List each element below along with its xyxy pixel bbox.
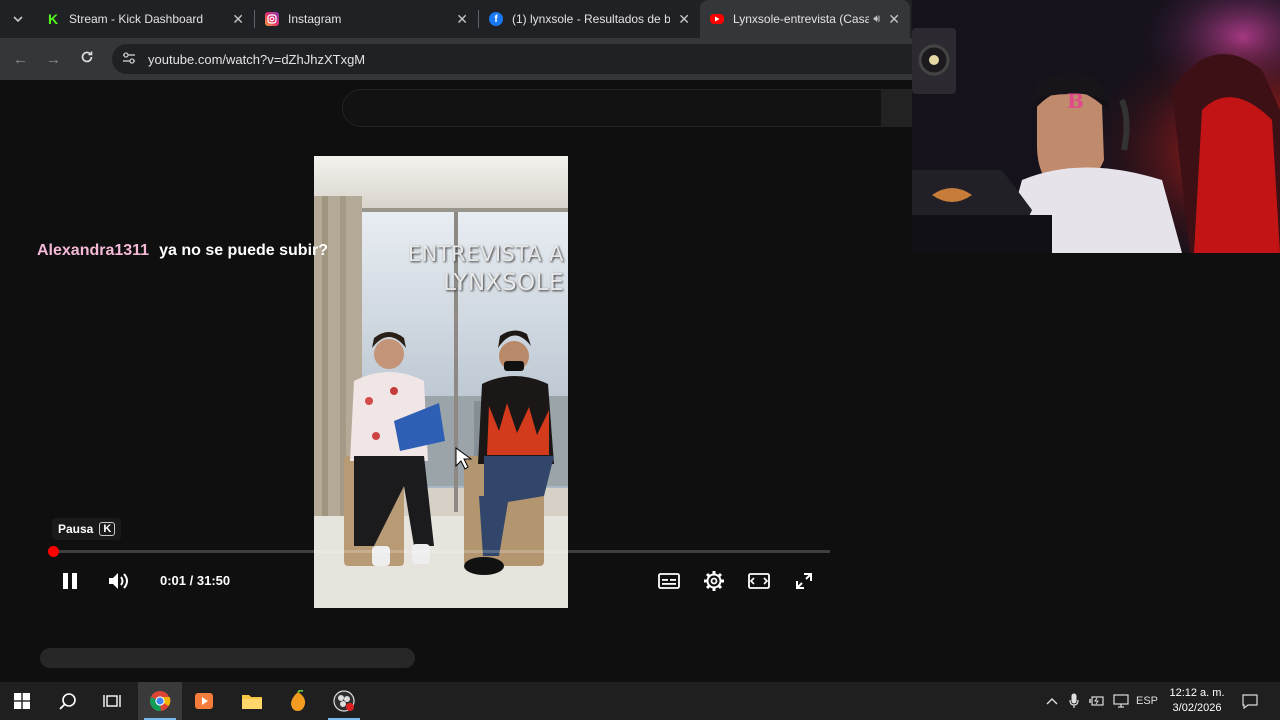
- video-frame-image: [314, 156, 568, 608]
- taskbar-file-explorer[interactable]: [230, 682, 274, 720]
- time-display: 0:01 / 31:50: [160, 573, 231, 588]
- kick-icon: K: [47, 11, 59, 27]
- close-tab-icon[interactable]: ✕: [888, 11, 900, 28]
- video-overlay-title-line2: LYNXSOLE: [443, 270, 564, 296]
- tab-title: Lynxsole-entrevista (Casa Bl: [733, 12, 870, 26]
- volume-button[interactable]: [104, 566, 134, 596]
- speaker-icon[interactable]: 🔊︎: [873, 13, 880, 26]
- clock-date: 3/02/2026: [1172, 702, 1222, 714]
- tab-facebook[interactable]: f (1) lynxsole - Resultados de bús ✕: [479, 0, 700, 38]
- fl-studio-icon: [291, 690, 306, 711]
- network-icon: [1113, 694, 1129, 708]
- tooltip-label: Pausa: [58, 522, 94, 536]
- url-text: youtube.com/watch?v=dZhJhzXTxgM: [148, 51, 366, 67]
- back-button[interactable]: ←: [4, 51, 37, 68]
- chevron-down-icon: [13, 16, 23, 22]
- folder-icon: [242, 695, 262, 709]
- taskbar-chrome[interactable]: [138, 682, 182, 720]
- screen: K Stream - Kick Dashboard ✕ Instagram ✕ …: [0, 0, 1280, 720]
- chevron-up-icon: [1046, 698, 1058, 705]
- search-input[interactable]: [342, 89, 882, 127]
- tab-search-button[interactable]: [0, 0, 36, 38]
- theater-mode-button[interactable]: [744, 566, 774, 596]
- tab-kick-dashboard[interactable]: K Stream - Kick Dashboard ✕: [36, 0, 254, 38]
- taskbar-clock[interactable]: 12:12 a. m. 3/02/2026: [1163, 686, 1231, 716]
- video-overlay-title-line1: ENTREVISTA A: [407, 242, 564, 266]
- reload-button[interactable]: [70, 50, 103, 68]
- close-tab-icon[interactable]: ✕: [456, 11, 468, 28]
- gear-icon: [704, 571, 724, 591]
- taskbar-search-button[interactable]: [46, 682, 90, 720]
- fullscreen-icon: [796, 573, 812, 589]
- clock-time: 12:12 a. m.: [1169, 687, 1225, 699]
- forward-button[interactable]: →: [37, 51, 70, 68]
- pause-button[interactable]: [55, 566, 85, 596]
- chat-username: Alexandra1311: [37, 242, 150, 259]
- windows-taskbar: ESP 12:12 a. m. 3/02/2026: [0, 682, 1280, 720]
- taskbar-fl-studio[interactable]: [276, 682, 320, 720]
- volume-icon: [109, 573, 128, 589]
- task-view-icon: [103, 695, 121, 707]
- progress-bar[interactable]: [47, 546, 830, 557]
- power-tray-button[interactable]: [1086, 682, 1108, 720]
- tab-title: Stream - Kick Dashboard: [69, 12, 204, 26]
- video-player[interactable]: ENTREVISTA A LYNXSOLE: [314, 156, 568, 608]
- tab-instagram[interactable]: Instagram ✕: [255, 0, 478, 38]
- windows-logo-icon: [14, 693, 30, 709]
- input-language[interactable]: ESP: [1134, 682, 1160, 720]
- task-view-button[interactable]: [90, 682, 134, 720]
- tab-title: (1) lynxsole - Resultados de bús: [512, 12, 671, 26]
- facebook-icon: f: [489, 12, 503, 26]
- loading-placeholder: [40, 648, 415, 668]
- browser-tab-strip: K Stream - Kick Dashboard ✕ Instagram ✕ …: [0, 0, 912, 38]
- subtitles-button[interactable]: [654, 566, 684, 596]
- start-button[interactable]: [0, 682, 44, 720]
- webcam-feed: B: [912, 0, 1280, 253]
- browser-toolbar: ← → youtube.com/watch?v=dZhJhzXTxgM: [0, 38, 912, 80]
- close-tab-icon[interactable]: ✕: [232, 11, 244, 28]
- obs-icon: [333, 690, 355, 712]
- microphone-tray-button[interactable]: [1064, 682, 1084, 720]
- site-info-icon[interactable]: [122, 51, 136, 67]
- address-bar[interactable]: youtube.com/watch?v=dZhJhzXTxgM: [112, 44, 912, 74]
- reload-icon: [81, 51, 92, 63]
- youtube-icon: [710, 14, 724, 24]
- search-icon: [59, 693, 76, 710]
- tab-youtube[interactable]: Lynxsole-entrevista (Casa Bl 🔊︎ ✕: [700, 0, 910, 38]
- show-hidden-icons-button[interactable]: [1042, 682, 1062, 720]
- chat-text: ya no se puede subir?: [159, 242, 329, 259]
- settings-button[interactable]: [699, 566, 729, 596]
- search-button[interactable]: [882, 89, 912, 127]
- taskbar-obs[interactable]: [322, 682, 366, 720]
- notifications-button[interactable]: [1238, 682, 1262, 720]
- pause-icon: [63, 573, 77, 589]
- close-tab-icon[interactable]: ✕: [678, 11, 690, 28]
- webcam-image: B: [912, 0, 1280, 253]
- pause-tooltip: Pausa K: [52, 518, 122, 540]
- network-tray-button[interactable]: [1110, 682, 1132, 720]
- taskbar-media-player[interactable]: [182, 682, 226, 720]
- notification-icon: [1242, 693, 1258, 709]
- tab-title: Instagram: [288, 12, 342, 26]
- scrubber-handle[interactable]: [47, 546, 59, 557]
- battery-plug-icon: [1089, 696, 1104, 706]
- chat-message: Alexandra1311 ya no se puede subir?: [37, 242, 328, 260]
- chrome-icon: [150, 691, 171, 712]
- fullscreen-button[interactable]: [789, 566, 819, 596]
- svg-text:B: B: [1067, 89, 1084, 113]
- tooltip-shortcut: K: [99, 522, 116, 536]
- instagram-icon: [265, 12, 279, 26]
- media-player-icon: [195, 693, 213, 709]
- subtitles-icon: [658, 573, 680, 589]
- microphone-icon: [1069, 693, 1079, 708]
- theater-mode-icon: [748, 573, 770, 589]
